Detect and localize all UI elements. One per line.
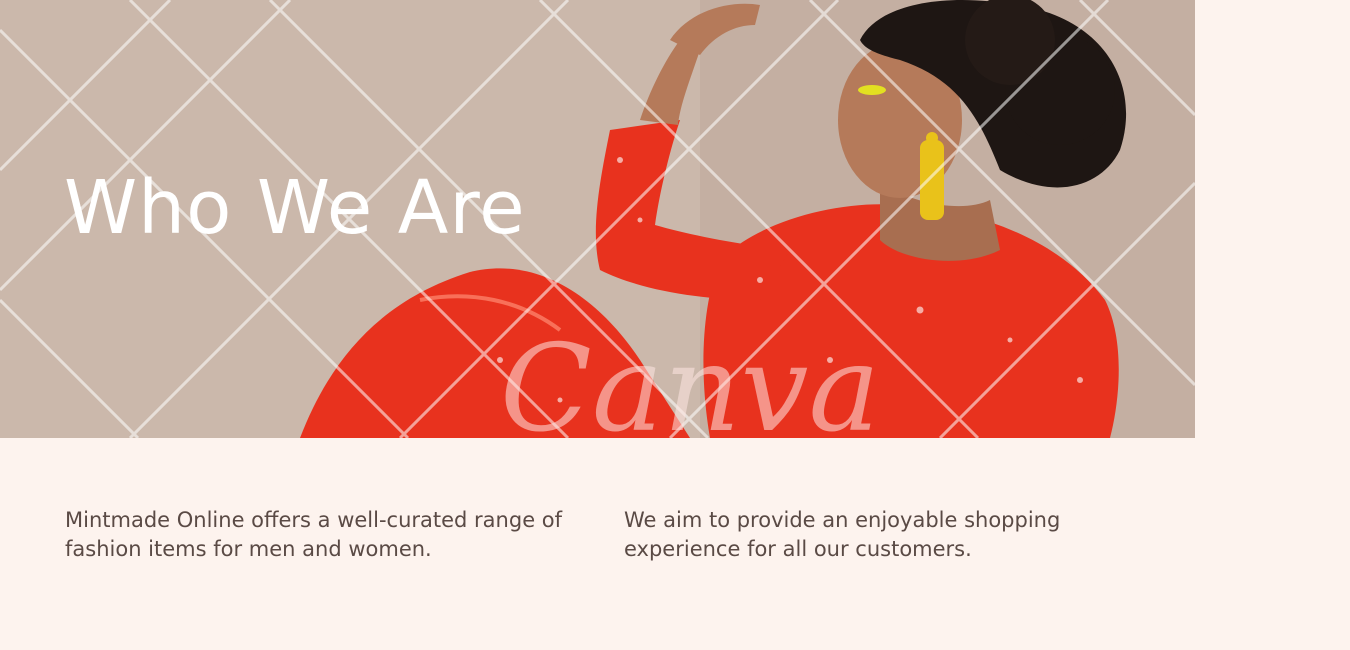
hero-banner: Who We Are Canva — [0, 0, 1195, 438]
page-title: Who We Are — [64, 165, 526, 251]
about-text-right: We aim to provide an enjoyable shopping … — [624, 508, 1061, 561]
canva-watermark: Canva — [500, 320, 880, 439]
about-section: Mintmade Online offers a well-curated ra… — [0, 438, 1350, 650]
about-text-left: Mintmade Online offers a well-curated ra… — [65, 508, 563, 561]
page: Who We Are Canva Mintmade Online offers … — [0, 0, 1350, 650]
